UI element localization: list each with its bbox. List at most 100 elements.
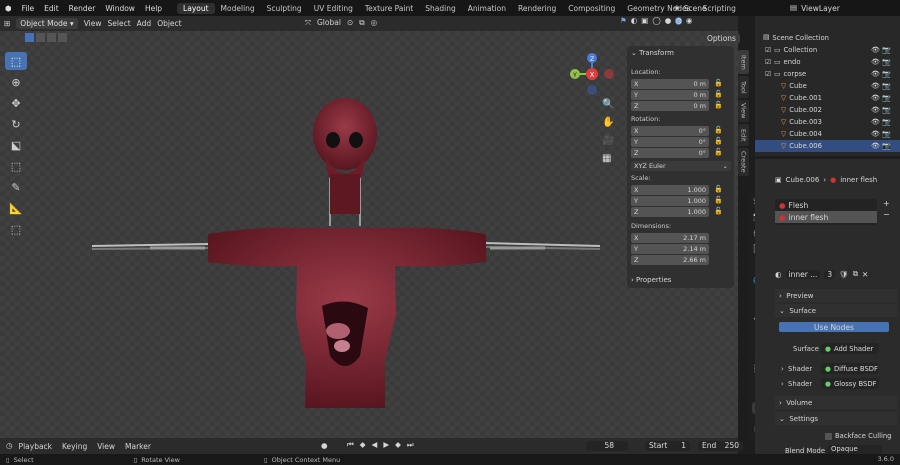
fake-user-icon[interactable]: 🛡 (839, 270, 849, 279)
blender-logo-icon[interactable]: ⬢ (0, 4, 17, 13)
tab-layout[interactable]: Layout (177, 2, 215, 14)
location-y-field[interactable]: Y 0 m (631, 90, 709, 100)
lock-icon[interactable]: 🔓 (714, 207, 723, 215)
wireframe-shading-icon[interactable]: ◯ (652, 17, 660, 25)
menu-marker[interactable]: Marker (125, 442, 151, 451)
add-slot-icon[interactable]: + (883, 199, 890, 208)
annotate-tool[interactable]: ✎ (5, 178, 27, 196)
rendered-shading-icon[interactable]: ◉ (686, 17, 693, 25)
mode-dropdown[interactable]: Object Mode ▾ (16, 18, 78, 29)
material-browse-icon[interactable]: ◐ (775, 270, 782, 279)
lock-icon[interactable]: 🔓 (714, 137, 723, 145)
record-icon[interactable]: ● (321, 441, 328, 450)
material-slot[interactable]: ● Flesh (775, 199, 877, 211)
move-tool[interactable]: ✥ (5, 94, 27, 112)
shader1-field[interactable]: ● Diffuse BSDF (821, 363, 879, 374)
location-x-field[interactable]: X 0 m (631, 79, 709, 89)
tab-texture-paint[interactable]: Texture Paint (359, 3, 419, 14)
snap-icon[interactable]: ⧉ (359, 19, 364, 27)
remove-slot-icon[interactable]: − (883, 210, 890, 219)
menu-select[interactable]: Select (108, 19, 131, 28)
jump-end-icon[interactable]: ⏭ (407, 440, 414, 450)
rotation-y-field[interactable]: Y 0° (631, 137, 709, 147)
tab-modeling[interactable]: Modeling (215, 3, 261, 14)
selection-mode-icons[interactable] (25, 33, 67, 42)
scale-x-field[interactable]: X 1.000 (631, 185, 709, 195)
scale-z-field[interactable]: Z 1.000 (631, 207, 709, 217)
menu-playback[interactable]: Playback (19, 442, 52, 451)
menu-add[interactable]: Add (137, 19, 152, 28)
dimension-y-field[interactable]: Y 2.14 m (631, 244, 709, 254)
volume-panel-header[interactable]: › Volume (775, 396, 897, 409)
material-shading-icon[interactable]: ◍ (675, 17, 682, 25)
menu-view[interactable]: View (84, 19, 102, 28)
timeline-editor-icon[interactable]: ◷ (6, 442, 13, 450)
preview-panel-header[interactable]: › Preview (775, 289, 897, 302)
view-layer-selector[interactable]: ▤ ViewLayer (790, 2, 895, 14)
scale-tool[interactable]: ⬕ (5, 136, 27, 154)
rotation-mode-dropdown[interactable]: XYZ Euler ⌄ (631, 161, 731, 171)
unlink-icon[interactable]: ✕ (862, 270, 868, 279)
scene-selector[interactable]: ◈ Scene (674, 2, 754, 14)
transform-orientation-icon[interactable]: ⤧ (305, 19, 311, 27)
material-slot-selected[interactable]: ● inner flesh (775, 211, 877, 223)
shader1-row[interactable]: › Shader (781, 365, 812, 373)
play-icon[interactable]: ▶ (383, 440, 389, 450)
menu-object[interactable]: Object (157, 19, 181, 28)
current-frame-field[interactable]: 58 (586, 441, 628, 451)
properties-header[interactable]: › Properties (631, 276, 671, 284)
lock-icon[interactable]: 🔓 (714, 148, 723, 156)
menu-help[interactable]: Help (140, 4, 167, 13)
rotate-tool[interactable]: ↻ (5, 115, 27, 133)
start-frame-field[interactable]: Start 1 (645, 441, 690, 451)
overlay-icon[interactable]: ◐ (631, 17, 638, 25)
lock-icon[interactable]: 🔓 (714, 79, 723, 87)
tab-view[interactable]: View (738, 100, 749, 122)
prev-key-icon[interactable]: ◆ (360, 440, 366, 450)
use-nodes-button[interactable]: Use Nodes (779, 322, 889, 332)
select-box-tool[interactable]: ⬚ (5, 52, 27, 70)
camera-view-icon[interactable]: 🎥 (602, 135, 614, 146)
checkbox-icon[interactable]: ☑ (765, 70, 771, 78)
settings-panel-header[interactable]: ⌄ Settings (775, 412, 897, 425)
menu-window[interactable]: Window (100, 4, 140, 13)
solid-shading-icon[interactable]: ● (665, 17, 672, 25)
surface-shader-field[interactable]: ● Add Shader (821, 343, 879, 354)
scene-collection-row[interactable]: ▤ Scene Collection (755, 32, 900, 44)
cursor-tool[interactable]: ⊕ (5, 73, 27, 91)
ortho-grid-icon[interactable]: ▦ (602, 153, 614, 164)
select-subtract-icon[interactable] (47, 33, 56, 42)
gizmo-icon[interactable]: ⚑ (620, 17, 627, 25)
tab-uv-editing[interactable]: UV Editing (308, 3, 359, 14)
tab-edit[interactable]: Edit (738, 124, 749, 146)
select-extend-icon[interactable] (36, 33, 45, 42)
tab-item[interactable]: Item (738, 50, 749, 74)
rotation-x-field[interactable]: X 0° (631, 126, 709, 136)
checkbox-icon[interactable] (825, 432, 832, 440)
select-new-icon[interactable] (25, 33, 34, 42)
tab-compositing[interactable]: Compositing (562, 3, 621, 14)
visibility-icons[interactable]: 👁 📷 👁 📷 👁 📷 👁 📷 👁 📷 👁 📷 👁 📷 👁 📷 👁 📷 (871, 44, 891, 152)
location-z-field[interactable]: Z 0 m (631, 101, 709, 111)
menu-edit[interactable]: Edit (39, 4, 64, 13)
menu-file[interactable]: File (17, 4, 40, 13)
xray-icon[interactable]: ▣ (641, 17, 648, 25)
tab-create[interactable]: Create (738, 148, 749, 176)
tab-sculpting[interactable]: Sculpting (261, 3, 308, 14)
shader2-row[interactable]: › Shader (781, 380, 812, 388)
shader2-field[interactable]: ● Glossy BSDF (821, 378, 879, 389)
dimension-z-field[interactable]: Z 2.66 m (631, 255, 709, 265)
options-button[interactable]: Options (703, 33, 740, 44)
add-cube-tool[interactable]: ⬚ (5, 220, 27, 238)
backface-culling-checkbox[interactable]: Backface Culling (825, 432, 891, 440)
3d-viewport[interactable]: ⊞ Object Mode ▾ View Select Add Object ⤧… (0, 16, 740, 438)
lock-icon[interactable]: 🔓 (714, 90, 723, 98)
lock-icon[interactable]: 🔓 (714, 185, 723, 193)
measure-tool[interactable]: 📐 (5, 199, 27, 217)
tab-tool[interactable]: Tool (738, 76, 749, 98)
transform-orientation[interactable]: Global (317, 18, 341, 27)
next-key-icon[interactable]: ◆ (395, 440, 401, 450)
tab-rendering[interactable]: Rendering (512, 3, 562, 14)
proportional-editing-icon[interactable]: ◎ (371, 19, 378, 27)
menu-keying[interactable]: Keying (62, 442, 87, 451)
